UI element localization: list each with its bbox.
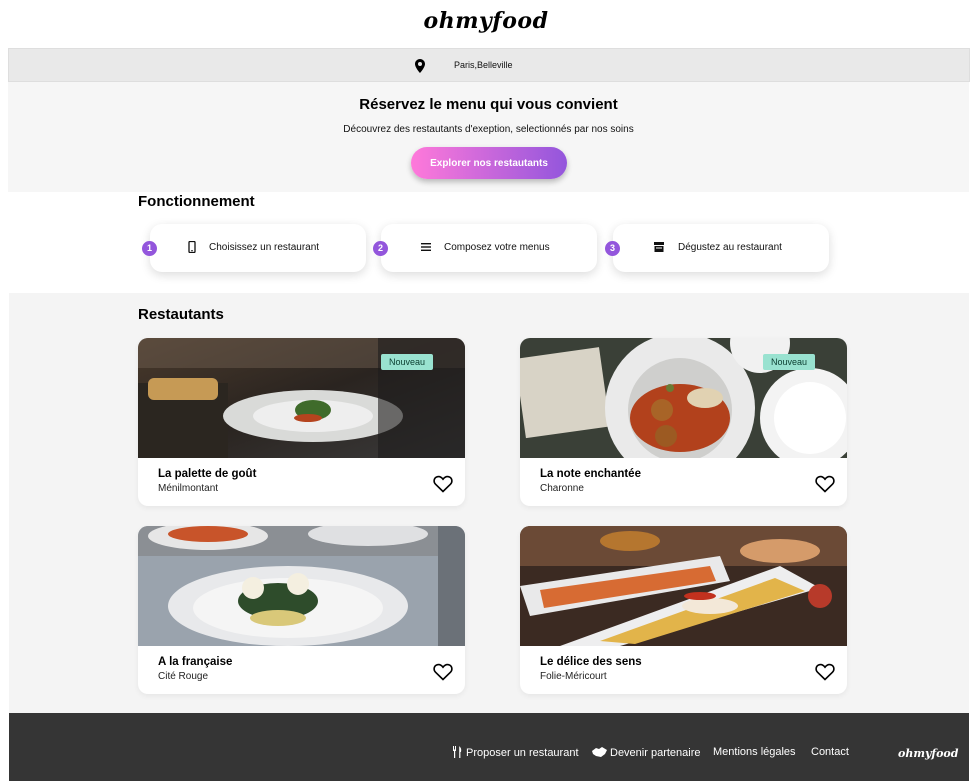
- hero-section: Réservez le menu qui vous convient Décou…: [8, 82, 969, 192]
- step-choose-restaurant: 1 Choisissez un restaurant: [142, 224, 366, 272]
- restaurant-name: Le délice des sens: [540, 656, 642, 668]
- restaurant-area: Charonne: [540, 483, 584, 494]
- restaurant-card[interactable]: Le délice des sens Folie-Méricourt: [520, 526, 847, 694]
- restaurant-name: La note enchantée: [540, 468, 641, 480]
- footer: Proposer un restaurant Devenir partenair…: [9, 713, 969, 781]
- mobile-phone-icon: [188, 241, 196, 253]
- restaurant-area: Folie-Méricourt: [540, 671, 607, 682]
- step-label: Choisissez un restaurant: [209, 242, 320, 253]
- footer-link-contact[interactable]: Contact: [811, 746, 849, 758]
- step-compose-menu: 2 Composez votre menus: [373, 224, 597, 272]
- footer-link-become-partner[interactable]: Devenir partenaire: [592, 746, 701, 759]
- location-pin-icon: [415, 59, 425, 73]
- utensils-icon: [453, 746, 462, 758]
- logo[interactable]: ohmyfood: [0, 8, 972, 34]
- footer-link-legal[interactable]: Mentions légales: [713, 746, 796, 758]
- explore-restaurants-button[interactable]: Explorer nos restautants: [411, 147, 567, 179]
- heart-icon[interactable]: [433, 663, 453, 681]
- handshake-icon: [592, 747, 607, 757]
- hero-subtitle: Découvrez des restautants d'exeption, se…: [343, 124, 634, 135]
- restaurant-card[interactable]: Nouveau La palette de goût Ménilmontant: [138, 338, 465, 506]
- restaurant-card[interactable]: A la française Cité Rouge: [138, 526, 465, 694]
- hero-title: Réservez le menu qui vous convient: [359, 96, 618, 113]
- restaurants-section: Restautants Nouveau La palette de goût M…: [9, 293, 969, 713]
- restaurant-name: A la française: [158, 656, 233, 668]
- new-badge: Nouveau: [380, 354, 433, 370]
- step-label: Composez votre menus: [444, 242, 550, 253]
- restaurant-photo: [138, 526, 465, 646]
- step-number: 2: [373, 241, 388, 256]
- footer-link-propose-restaurant[interactable]: Proposer un restaurant: [452, 746, 579, 759]
- header: ohmyfood: [0, 0, 972, 48]
- restaurant-area: Cité Rouge: [158, 671, 209, 682]
- restaurant-photo: [520, 526, 847, 646]
- restaurant-name: La palette de goût: [158, 468, 257, 480]
- footer-logo: ohmyfood: [898, 747, 959, 760]
- store-icon: [654, 242, 664, 252]
- new-badge: Nouveau: [762, 354, 815, 370]
- location-text: Paris,Belleville: [454, 60, 513, 70]
- step-number: 3: [605, 241, 620, 256]
- restaurant-card[interactable]: Nouveau La note enchantée Charonne: [520, 338, 847, 506]
- restaurant-area: Ménilmontant: [158, 483, 219, 494]
- location-bar[interactable]: Paris,Belleville: [8, 48, 970, 82]
- step-enjoy: 3 Dégustez au restaurant: [605, 224, 829, 272]
- heart-icon[interactable]: [433, 475, 453, 493]
- footer-link-label: Proposer un restaurant: [466, 747, 579, 759]
- footer-link-label: Devenir partenaire: [610, 747, 701, 759]
- step-number: 1: [142, 241, 157, 256]
- step-label: Dégustez au restaurant: [678, 242, 782, 253]
- heart-icon[interactable]: [815, 663, 835, 681]
- list-icon: [421, 243, 431, 251]
- restaurants-title: Restautants: [138, 306, 224, 323]
- heart-icon[interactable]: [815, 475, 835, 493]
- how-it-works-title: Fonctionnement: [138, 193, 255, 210]
